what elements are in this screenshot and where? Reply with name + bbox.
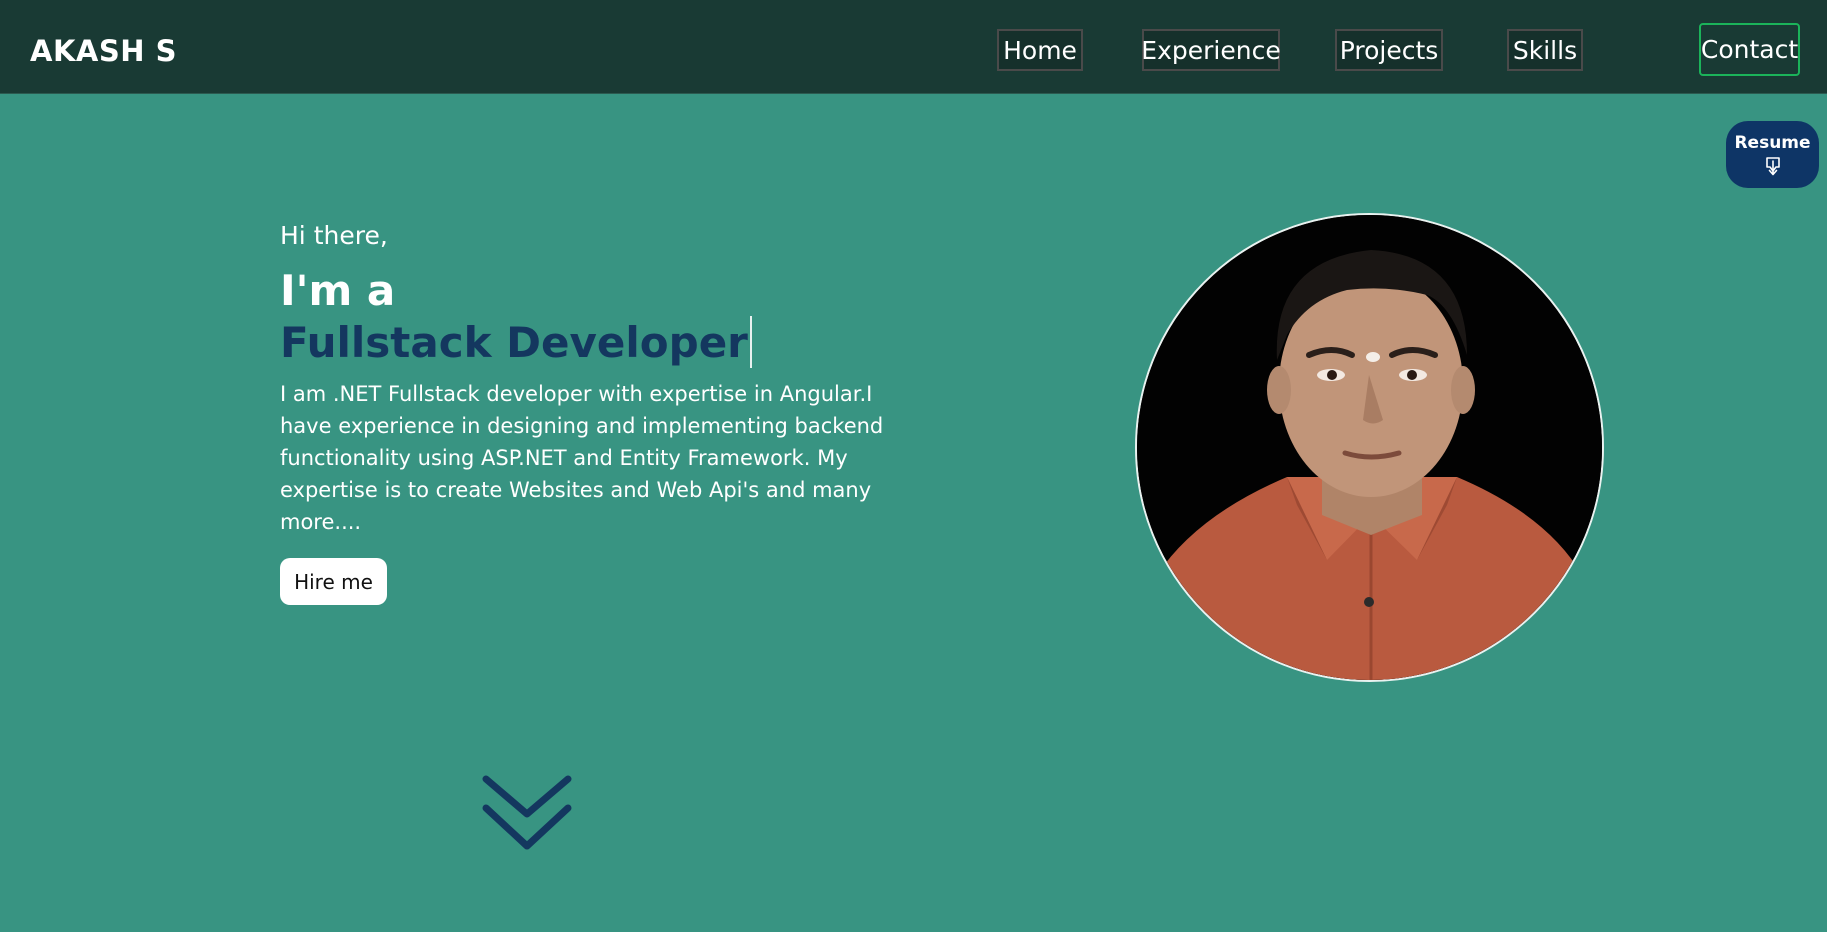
double-chevron-down-icon[interactable] (481, 774, 573, 854)
profile-photo (1135, 213, 1604, 682)
nav-skills-button[interactable]: Skills (1507, 29, 1583, 71)
nav-home-button[interactable]: Home (997, 29, 1083, 71)
brand-logo[interactable]: AKASH S (30, 34, 177, 68)
nav-experience-button[interactable]: Experience (1141, 29, 1281, 71)
hero-role-heading: Fullstack Developer (280, 316, 752, 368)
hero-bio: I am .NET Fullstack developer with exper… (280, 382, 884, 534)
nav-projects-button[interactable]: Projects (1335, 29, 1443, 71)
hire-me-button[interactable]: Hire me (280, 558, 387, 605)
hero-intro: I'm a (280, 266, 396, 315)
navbar: AKASH S Home Experience Projects Skills … (0, 0, 1827, 94)
resume-download-button[interactable]: Resume (1726, 121, 1819, 188)
resume-label: Resume (1734, 132, 1811, 153)
hero-role-text: Fullstack Developer (280, 317, 748, 367)
profile-photo-illustration (1137, 215, 1602, 680)
download-icon (1765, 156, 1780, 175)
hero-greeting: Hi there, (280, 221, 388, 250)
typing-caret (749, 316, 752, 368)
nav-contact-button[interactable]: Contact (1699, 23, 1800, 76)
